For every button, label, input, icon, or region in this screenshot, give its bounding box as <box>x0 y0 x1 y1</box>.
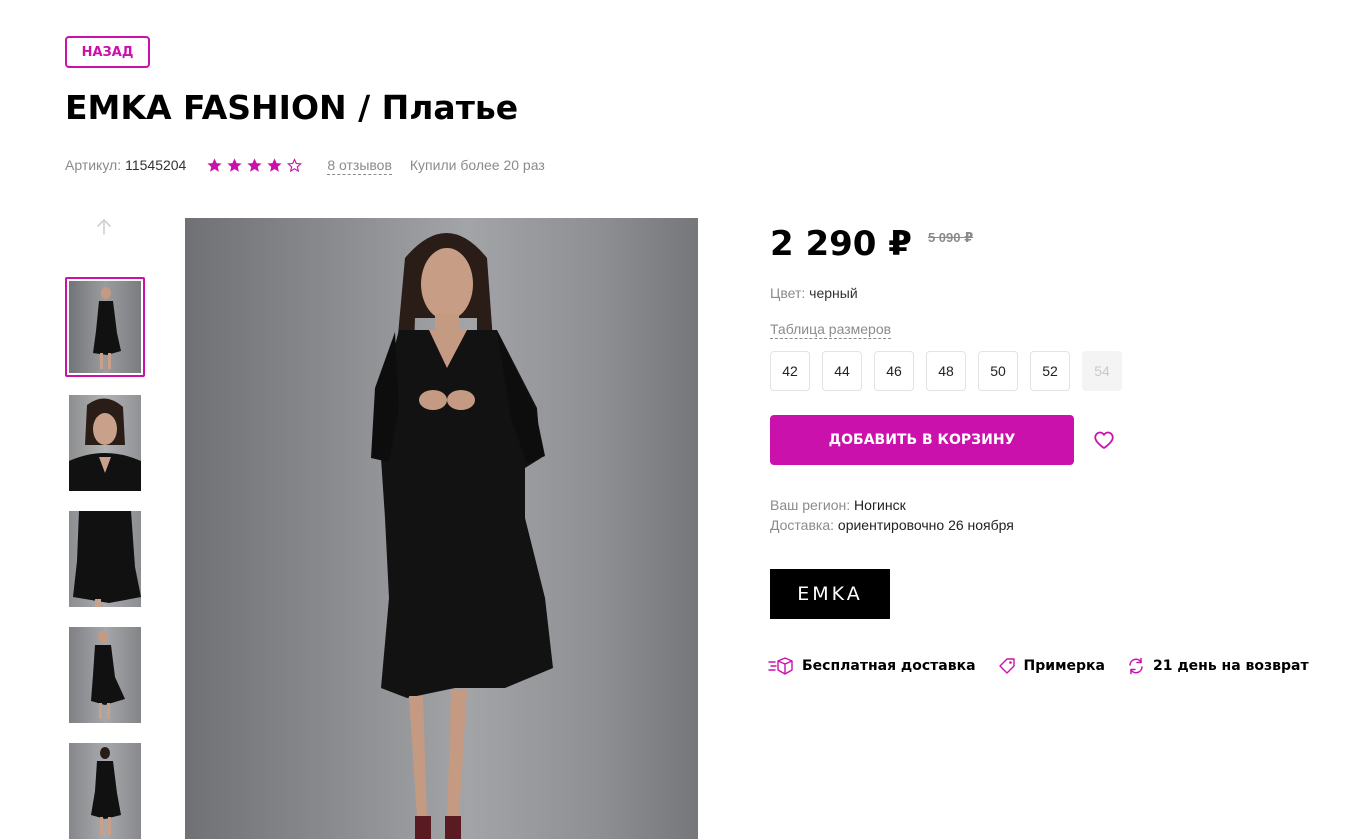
heart-icon[interactable] <box>1092 428 1116 452</box>
size-option-unavailable: 54 <box>1082 351 1122 391</box>
delivery-info: Ваш регион: Ногинск Доставка: ориентиров… <box>770 495 1014 535</box>
product-title: EMKA FASHION / Платье <box>65 88 519 127</box>
thumbnail-1[interactable] <box>65 277 145 377</box>
back-button[interactable]: НАЗАД <box>65 36 150 68</box>
star-filled-icon <box>207 157 222 172</box>
size-option[interactable]: 42 <box>770 351 810 391</box>
reviews-link[interactable]: 8 отзывов <box>327 156 392 175</box>
thumbnail-image <box>69 627 141 723</box>
thumbnail-image <box>69 511 141 607</box>
article-label: Артикул: <box>65 157 122 173</box>
price-old: 5 090 ₽ <box>927 230 974 245</box>
arrow-up-icon[interactable] <box>92 215 116 239</box>
size-option[interactable]: 44 <box>822 351 862 391</box>
dress-photo <box>371 233 553 839</box>
feature-free-delivery: Бесплатная доставка <box>768 656 976 676</box>
return-icon <box>1129 657 1143 675</box>
feature-fitting: Примерка <box>998 657 1105 675</box>
brand-logo[interactable]: EMKA <box>770 569 890 619</box>
star-filled-icon <box>227 157 242 172</box>
thumbnail-3[interactable] <box>65 509 145 609</box>
add-to-cart-button[interactable]: ДОБАВИТЬ В КОРЗИНУ <box>770 415 1074 465</box>
star-empty-icon <box>287 157 303 172</box>
thumbnail-4[interactable] <box>65 625 145 725</box>
features-row: Бесплатная доставка Примерка 21 день на … <box>768 656 1331 676</box>
size-option[interactable]: 50 <box>978 351 1018 391</box>
size-option[interactable]: 52 <box>1030 351 1070 391</box>
color-label: Цвет: <box>770 285 806 301</box>
feature-label: Примерка <box>1023 658 1105 674</box>
color-value: черный <box>809 285 858 301</box>
bought-count: Купили более 20 раз <box>409 157 545 173</box>
thumbnail-image <box>69 281 141 373</box>
region-value[interactable]: Ногинск <box>854 497 906 513</box>
thumbnail-5[interactable] <box>65 741 145 839</box>
price-current: 2 290 ₽ <box>770 224 912 264</box>
feature-label: 21 день на возврат <box>1153 658 1309 674</box>
delivery-line: Доставка: ориентировочно 26 ноября <box>770 515 1014 535</box>
size-selector: 42 44 46 48 50 52 54 <box>770 351 1122 391</box>
size-option[interactable]: 48 <box>926 351 966 391</box>
product-meta: Артикул: 11545204 8 отзывов Купили более… <box>65 154 545 176</box>
star-filled-icon <box>247 157 262 172</box>
region-line: Ваш регион: Ногинск <box>770 495 1014 515</box>
color-info: Цвет: черный <box>770 285 858 301</box>
rating-stars <box>206 157 303 174</box>
tag-icon <box>998 658 1015 674</box>
feature-return: 21 день на возврат <box>1127 657 1309 675</box>
size-option[interactable]: 46 <box>874 351 914 391</box>
thumbnail-image <box>69 743 141 839</box>
price-block: 2 290 ₽ 5 090 ₽ <box>770 224 973 264</box>
star-filled-icon <box>267 157 282 172</box>
delivery-icon <box>768 657 793 675</box>
feature-label: Бесплатная доставка <box>802 658 976 674</box>
main-product-photo[interactable] <box>185 218 698 839</box>
article-value: 11545204 <box>125 157 187 173</box>
delivery-value: ориентировочно 26 ноября <box>837 517 1014 533</box>
delivery-label: Доставка: <box>770 517 835 533</box>
size-table-link[interactable]: Таблица размеров <box>770 320 892 339</box>
thumbnail-image <box>69 395 141 491</box>
region-label: Ваш регион: <box>770 497 851 513</box>
thumbnail-2[interactable] <box>65 393 145 493</box>
